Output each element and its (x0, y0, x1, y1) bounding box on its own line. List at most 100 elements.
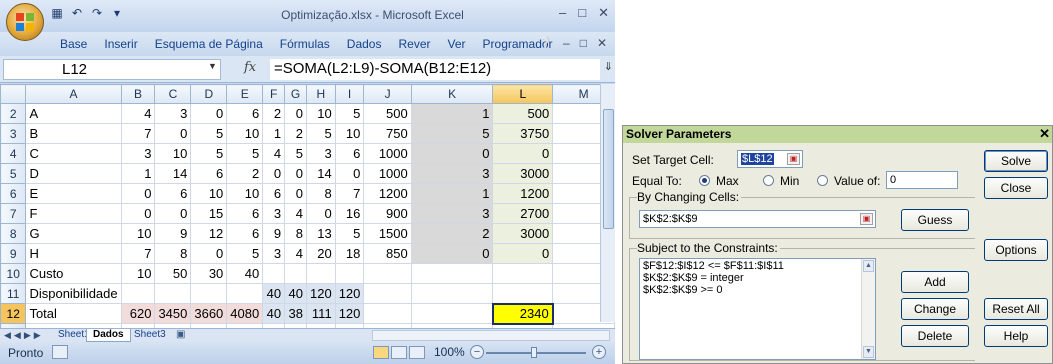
cell-H2[interactable]: 10 (305, 103, 336, 124)
cell-E2[interactable]: 6 (226, 103, 264, 124)
cell-D6[interactable]: 10 (190, 183, 228, 204)
add-button[interactable]: Add (901, 271, 969, 293)
cell-H10[interactable] (305, 263, 336, 284)
normal-view-icon[interactable] (373, 346, 389, 359)
cell-L9[interactable]: 0 (492, 243, 554, 264)
cell-E12[interactable]: 4080 (226, 303, 264, 324)
constraints-scrollbar[interactable]: ▲ ▼ (861, 259, 875, 359)
changing-ref-icon[interactable]: ▣ (860, 213, 873, 225)
row-header[interactable]: 11 (0, 283, 27, 304)
cell-A6[interactable]: E (25, 183, 122, 204)
constraints-list[interactable]: $F$12:$I$12 <= $F$11:$I$11 $K$2:$K$9 = i… (639, 258, 876, 360)
row-header[interactable]: 4 (0, 143, 27, 164)
cell-A8[interactable]: G (25, 223, 122, 244)
min-radio[interactable] (763, 175, 774, 186)
cell-H6[interactable]: 8 (305, 183, 336, 204)
reset-all-button[interactable]: Reset All (984, 298, 1048, 320)
insert-sheet-icon[interactable]: ▣ (170, 329, 191, 342)
column-header[interactable]: I (334, 84, 365, 104)
value-of-label[interactable]: Value of: (834, 174, 880, 188)
sheet-navigation-icon[interactable]: ◀◀▶▶ (4, 330, 44, 341)
cell-F4[interactable]: 4 (262, 143, 286, 164)
cell-H4[interactable]: 3 (305, 143, 336, 164)
ribbon-tab[interactable]: Rever (398, 37, 430, 51)
cell-D4[interactable]: 5 (190, 143, 228, 164)
dialog-close-icon[interactable]: ✕ (1039, 126, 1050, 142)
column-header[interactable]: G (284, 84, 307, 104)
cell-L8[interactable]: 3000 (492, 223, 554, 244)
cell-L5[interactable]: 3000 (492, 163, 554, 184)
guess-button[interactable]: Guess (901, 209, 969, 231)
cell-D9[interactable]: 0 (190, 243, 228, 264)
cell-H3[interactable]: 5 (305, 123, 336, 144)
value-of-radio[interactable] (817, 175, 828, 186)
cell-I4[interactable]: 6 (334, 143, 365, 164)
cell-H12[interactable]: 111 (305, 303, 336, 324)
cell-F12[interactable]: 40 (262, 303, 286, 324)
cell-C6[interactable]: 6 (154, 183, 192, 204)
select-all-corner[interactable] (0, 84, 27, 104)
column-header[interactable]: F (262, 84, 286, 104)
page-break-view-icon[interactable] (409, 346, 425, 359)
cell-F11[interactable]: 40 (262, 283, 286, 304)
options-button[interactable]: Options (984, 239, 1048, 261)
cell-J4[interactable]: 1000 (363, 143, 412, 164)
scroll-up-icon[interactable]: ▲ (863, 260, 874, 272)
cell-F5[interactable]: 0 (262, 163, 286, 184)
cell-E5[interactable]: 2 (226, 163, 264, 184)
cell-H5[interactable]: 14 (305, 163, 336, 184)
cell-C8[interactable]: 9 (154, 223, 192, 244)
restore-icon[interactable]: □ (578, 5, 586, 21)
cell-B7[interactable]: 0 (120, 203, 156, 224)
cell-H9[interactable]: 20 (305, 243, 336, 264)
cell-J6[interactable]: 1200 (363, 183, 412, 204)
target-ref-icon[interactable]: ▣ (787, 153, 800, 165)
cell-G4[interactable]: 5 (284, 143, 307, 164)
cell-B10[interactable]: 10 (120, 263, 156, 284)
cell-D2[interactable]: 0 (190, 103, 228, 124)
cell-E6[interactable]: 10 (226, 183, 264, 204)
ribbon-minimize-icon[interactable]: – (563, 36, 570, 50)
cell-B8[interactable]: 10 (120, 223, 156, 244)
cell-F7[interactable]: 3 (262, 203, 286, 224)
row-header[interactable]: 7 (0, 203, 27, 224)
cell-C2[interactable]: 3 (154, 103, 192, 124)
cell-I5[interactable]: 0 (334, 163, 365, 184)
zoom-slider-thumb[interactable] (531, 347, 537, 358)
delete-button[interactable]: Delete (901, 325, 969, 347)
column-header[interactable]: L (492, 84, 554, 104)
cell-I2[interactable]: 5 (334, 103, 365, 124)
cell-E4[interactable]: 5 (226, 143, 264, 164)
changing-cells-input[interactable]: $K$2:$K$9 (639, 210, 876, 228)
cell-B11[interactable] (120, 283, 156, 304)
cell-L6[interactable]: 1200 (492, 183, 554, 204)
cell-K9[interactable]: 0 (410, 243, 494, 264)
cell-L3[interactable]: 3750 (492, 123, 554, 144)
cell-J8[interactable]: 1500 (363, 223, 412, 244)
cell-G7[interactable]: 4 (284, 203, 307, 224)
close-icon[interactable]: ✕ (598, 5, 609, 21)
row-header[interactable]: 9 (0, 243, 27, 264)
cell-I7[interactable]: 16 (334, 203, 365, 224)
value-of-input[interactable]: 0 (886, 171, 958, 189)
cell-G8[interactable]: 8 (284, 223, 307, 244)
column-header[interactable]: C (154, 84, 192, 104)
cell-J7[interactable]: 900 (363, 203, 412, 224)
cell-G9[interactable]: 4 (284, 243, 307, 264)
change-button[interactable]: Change (901, 298, 969, 320)
cell-B4[interactable]: 3 (120, 143, 156, 164)
cell-H7[interactable]: 0 (305, 203, 336, 224)
cell-G6[interactable]: 0 (284, 183, 307, 204)
row-header[interactable]: 5 (0, 163, 27, 184)
cell-K12[interactable] (410, 303, 494, 324)
cell-E11[interactable] (226, 283, 264, 304)
cell-I11[interactable]: 120 (334, 283, 365, 304)
constraint-item[interactable]: $K$2:$K$9 = integer (643, 272, 872, 284)
constraint-item[interactable]: $K$2:$K$9 >= 0 (643, 284, 872, 296)
cell-E8[interactable]: 6 (226, 223, 264, 244)
name-box[interactable]: L12 (3, 59, 221, 80)
cell-G12[interactable]: 38 (284, 303, 307, 324)
cell-J11[interactable] (363, 283, 412, 304)
column-header[interactable]: J (363, 84, 412, 104)
constraint-item[interactable]: $F$12:$I$12 <= $F$11:$I$11 (643, 260, 872, 272)
